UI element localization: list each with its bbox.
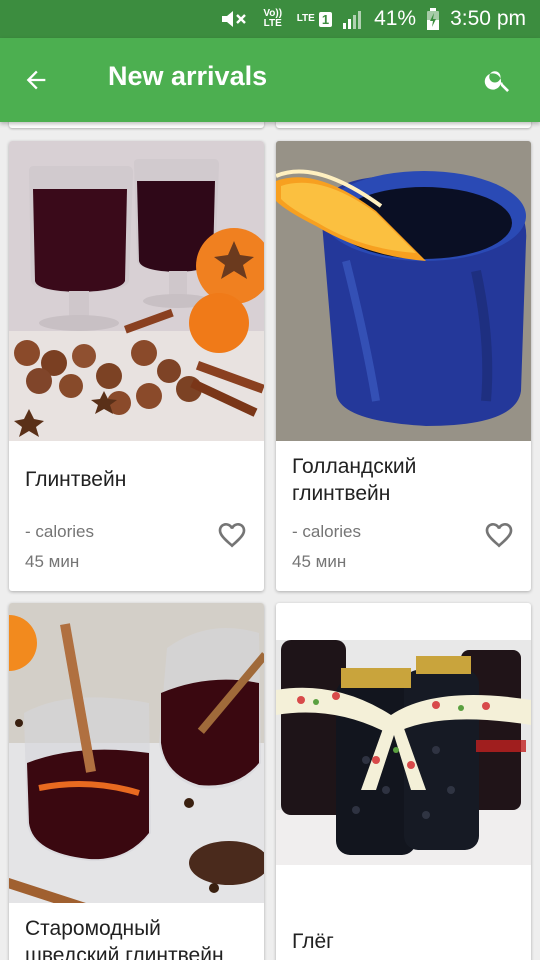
heart-outline-icon <box>218 523 246 548</box>
lte-icon: LTE 1 <box>296 11 333 27</box>
card-stub-right <box>276 122 531 128</box>
recipe-card[interactable]: Глинтвейн - calories 45 мин <box>9 141 264 591</box>
lte-label: LTE <box>296 13 315 24</box>
recipe-image <box>9 141 264 441</box>
volte-label: Vo)) LTE <box>263 8 283 29</box>
arrow-back-icon <box>26 70 46 90</box>
recipe-card[interactable]: Старомодный шведский глинтвейн <box>9 603 264 960</box>
recipe-time: 45 мин <box>292 552 347 571</box>
search-icon <box>484 71 509 92</box>
back-button[interactable] <box>14 58 58 102</box>
heart-outline-icon <box>485 523 513 548</box>
battery-percent: 41% <box>374 7 417 30</box>
mute-icon <box>219 8 249 30</box>
recipe-image <box>276 640 531 865</box>
recipe-calories: - calories <box>25 522 94 541</box>
recipe-calories: - calories <box>292 522 361 541</box>
battery-charging-icon <box>426 8 440 30</box>
recipe-card[interactable]: Глёг <box>276 603 531 960</box>
signal-icon <box>342 9 364 29</box>
recipe-image <box>276 141 531 441</box>
clock: 3:50 pm <box>450 7 526 30</box>
card-stub-left <box>9 122 264 128</box>
recipe-card[interactable]: Голландский глинтвейн - calories 45 мин <box>276 141 531 591</box>
recipe-title: Голландский глинтвейн <box>292 455 417 505</box>
recipe-title: Старомодный шведский глинтвейн <box>25 917 224 960</box>
favorite-button[interactable] <box>214 517 250 553</box>
recipe-title: Глинтвейн <box>25 468 127 491</box>
recipe-grid[interactable]: Глинтвейн - calories 45 мин Голландский … <box>0 122 540 960</box>
search-button[interactable] <box>476 58 520 102</box>
page-title: New arrivals <box>108 61 268 91</box>
recipe-title: Глёг <box>292 930 334 953</box>
sim-slot: 1 <box>318 11 333 27</box>
recipe-image <box>9 603 264 903</box>
status-bar: Vo)) LTE LTE 1 41% 3:50 pm <box>0 0 540 38</box>
favorite-button[interactable] <box>481 517 517 553</box>
recipe-time: 45 мин <box>25 552 80 571</box>
app-bar: New arrivals <box>0 38 540 122</box>
